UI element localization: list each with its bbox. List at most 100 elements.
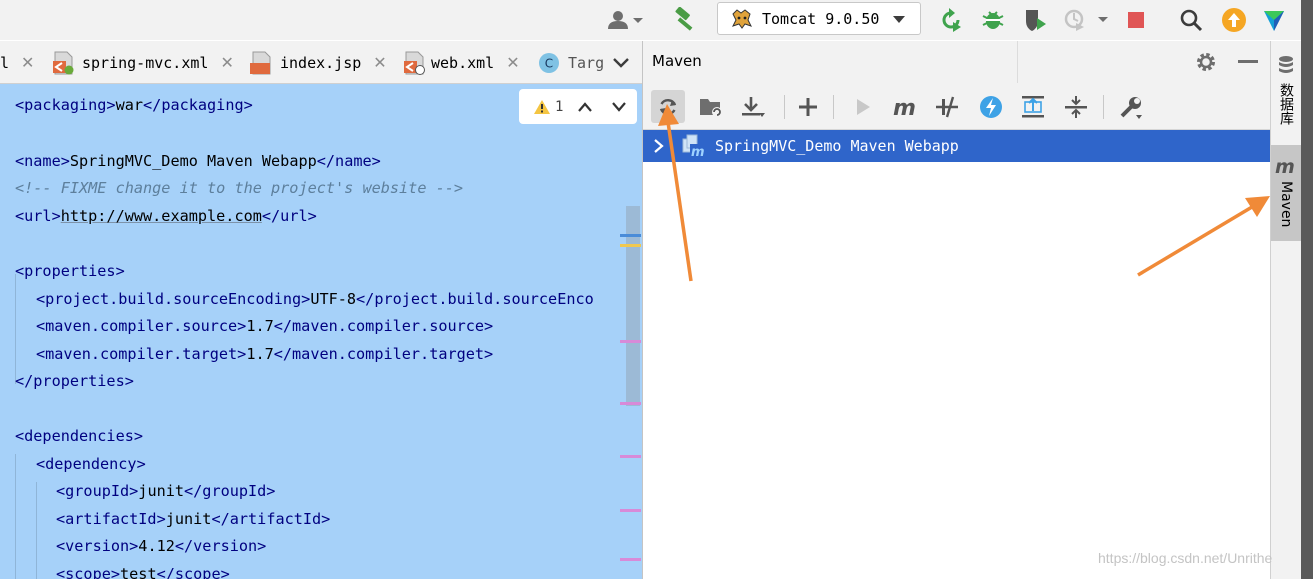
run-with-coverage-icon[interactable] bbox=[1021, 6, 1049, 34]
code-line: <packaging>war</packaging> bbox=[15, 96, 253, 114]
chevron-right-icon[interactable] bbox=[652, 138, 666, 154]
database-label: 数据库 bbox=[1278, 83, 1294, 125]
code-comment-line: <!-- FIXME change it to the project's we… bbox=[15, 179, 464, 197]
code-line: </properties> bbox=[15, 372, 134, 390]
scroll-marker bbox=[620, 509, 641, 512]
run-configuration-selector[interactable]: Tomcat 9.0.50 bbox=[717, 2, 921, 35]
warning-count: 1 bbox=[555, 98, 564, 115]
indent-guide bbox=[15, 454, 16, 579]
warning-icon bbox=[534, 99, 550, 114]
run-configuration-label: Tomcat 9.0.50 bbox=[762, 9, 880, 28]
code-line: <version>4.12</version> bbox=[56, 537, 267, 555]
show-hidden-tabs-button[interactable] bbox=[606, 49, 636, 77]
maven-header: Maven bbox=[643, 41, 1271, 83]
watermark: https://blog.csdn.net/Unrithe bbox=[1098, 550, 1273, 566]
maven-tool-window: Maven m m SpringMVC_Demo Maven Webapp bbox=[642, 41, 1271, 579]
maven-settings-icon[interactable] bbox=[1114, 90, 1148, 123]
code-line: <artifactId>junit</artifactId> bbox=[56, 510, 331, 528]
tab-label: web.xml bbox=[431, 53, 495, 72]
download-sources-icon[interactable] bbox=[736, 90, 770, 123]
svg-text:m: m bbox=[691, 145, 705, 159]
toolbar-separator bbox=[833, 95, 834, 119]
toggle-offline-mode-icon[interactable] bbox=[930, 90, 964, 123]
reload-all-maven-projects-icon[interactable] bbox=[651, 90, 685, 123]
scroll-marker bbox=[620, 244, 641, 247]
editor-tab-bar: l ✕ spring-mvc.xml ✕ index.jsp ✕ web.xml… bbox=[0, 41, 642, 84]
svg-text:m: m bbox=[1275, 157, 1295, 175]
maven-project-name: SpringMVC_Demo Maven Webapp bbox=[715, 137, 959, 155]
tab-pom-xml[interactable]: l ✕ bbox=[0, 41, 34, 84]
close-tab-icon[interactable]: ✕ bbox=[373, 53, 386, 72]
indent-guide bbox=[36, 482, 37, 579]
xml-file-icon bbox=[52, 51, 74, 75]
chevron-down-icon bbox=[613, 58, 629, 68]
code-line: <maven.compiler.target>1.7</maven.compil… bbox=[36, 345, 494, 363]
profile-run-icon[interactable] bbox=[1061, 6, 1113, 34]
maven-module-icon: m bbox=[682, 134, 706, 159]
close-tab-icon[interactable]: ✕ bbox=[220, 53, 233, 72]
hide-panel-icon[interactable] bbox=[1231, 45, 1265, 78]
database-tool-button[interactable]: 数据库 bbox=[1271, 41, 1301, 145]
toggle-skip-tests-icon[interactable] bbox=[974, 90, 1008, 123]
build-hammer-icon[interactable] bbox=[671, 6, 699, 34]
code-line: <maven.compiler.source>1.7</maven.compil… bbox=[36, 317, 494, 335]
main-toolbar: Tomcat 9.0.50 bbox=[0, 0, 1313, 40]
divider bbox=[1017, 41, 1018, 83]
stop-icon[interactable] bbox=[1122, 6, 1150, 34]
scroll-marker bbox=[620, 402, 641, 405]
tomcat-icon bbox=[732, 8, 752, 29]
previous-highlighted-error-icon[interactable] bbox=[577, 101, 593, 113]
jetbrains-toolbox-icon[interactable] bbox=[1260, 6, 1288, 34]
collapse-all-icon[interactable] bbox=[1059, 90, 1093, 123]
class-file-icon: C bbox=[538, 51, 560, 75]
scroll-marker bbox=[620, 558, 641, 561]
tab-label: spring-mvc.xml bbox=[82, 53, 209, 72]
debug-bug-icon[interactable] bbox=[979, 6, 1007, 34]
gear-icon[interactable] bbox=[1189, 45, 1223, 78]
tab-web-xml[interactable]: web.xml ✕ bbox=[403, 41, 520, 84]
maven-tool-button[interactable]: m Maven bbox=[1271, 145, 1301, 241]
close-tab-icon[interactable]: ✕ bbox=[506, 53, 519, 72]
code-line: <scope>test</scope> bbox=[56, 565, 230, 579]
update-available-icon[interactable] bbox=[1220, 6, 1248, 34]
tab-label: index.jsp bbox=[280, 53, 362, 72]
xml-file-icon bbox=[403, 51, 425, 75]
right-tool-strip: 数据库 m Maven bbox=[1270, 41, 1301, 579]
search-icon[interactable] bbox=[1177, 6, 1205, 34]
next-highlighted-error-icon[interactable] bbox=[611, 101, 627, 113]
add-maven-projects-icon[interactable] bbox=[791, 90, 825, 123]
tab-spring-mvc-xml[interactable]: spring-mvc.xml ✕ bbox=[52, 41, 234, 84]
window-edge bbox=[1301, 0, 1313, 579]
maven-toolbar: m bbox=[643, 83, 1271, 130]
maven-icon: m bbox=[1275, 157, 1295, 175]
close-tab-icon[interactable]: ✕ bbox=[21, 53, 34, 72]
scroll-marker bbox=[620, 234, 641, 237]
code-line: <project.build.sourceEncoding>UTF-8</pro… bbox=[36, 290, 594, 308]
maven-label: Maven bbox=[1278, 181, 1294, 228]
run-maven-build-icon[interactable] bbox=[846, 90, 880, 123]
account-icon[interactable] bbox=[604, 6, 646, 34]
show-dependencies-icon[interactable] bbox=[1016, 90, 1050, 123]
class-badge: C bbox=[545, 56, 553, 70]
toolbar-separator bbox=[784, 95, 785, 119]
inspection-widget[interactable]: 1 bbox=[519, 89, 637, 124]
execute-maven-goal-icon[interactable]: m bbox=[888, 90, 922, 123]
generate-sources-icon[interactable] bbox=[694, 90, 728, 123]
indent-guide bbox=[15, 274, 16, 384]
code-line: <dependency> bbox=[36, 455, 146, 473]
tab-target-class[interactable]: C Targ bbox=[538, 41, 604, 84]
tab-label: Targ bbox=[568, 53, 605, 72]
tab-label: l bbox=[0, 53, 10, 72]
rerun-icon[interactable] bbox=[937, 6, 965, 34]
database-icon bbox=[1279, 56, 1293, 73]
scroll-marker bbox=[620, 455, 641, 458]
jsp-file-icon bbox=[250, 51, 272, 75]
code-line: <url>http://www.example.com</url> bbox=[15, 207, 317, 225]
chevron-down-icon bbox=[893, 16, 905, 23]
svg-text:m: m bbox=[893, 96, 916, 118]
scroll-marker bbox=[620, 340, 641, 343]
toolbar-separator bbox=[1103, 95, 1104, 119]
code-editor[interactable]: <packaging>war</packaging> <name>SpringM… bbox=[0, 84, 642, 579]
tab-index-jsp[interactable]: index.jsp ✕ bbox=[250, 41, 387, 84]
maven-project-node[interactable]: m SpringMVC_Demo Maven Webapp bbox=[643, 130, 1271, 162]
